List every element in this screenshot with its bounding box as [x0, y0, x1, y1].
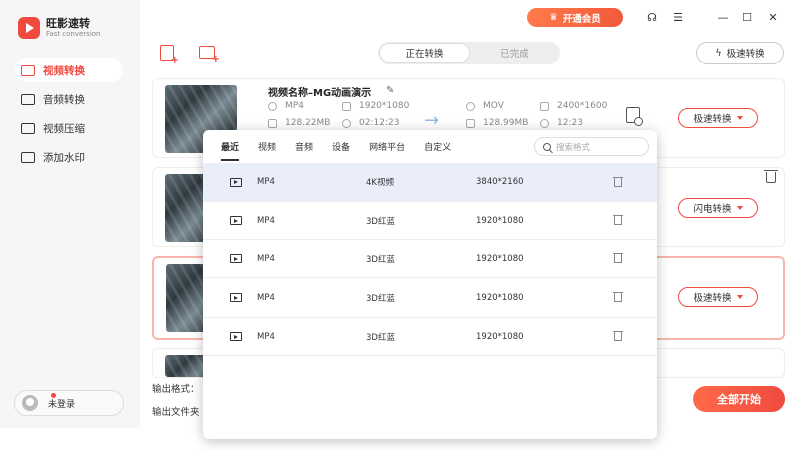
tab-custom[interactable]: 自定义: [424, 140, 451, 161]
crown-icon: ♛: [549, 12, 558, 23]
start-all-button[interactable]: 全部开始: [693, 386, 785, 412]
video-icon: [230, 293, 242, 302]
user-status-label: 未登录: [48, 399, 76, 410]
source-size: 128.22MB: [268, 118, 330, 128]
tab-device[interactable]: 设备: [332, 140, 350, 161]
resolution-icon: [342, 101, 351, 111]
chevron-down-icon: [736, 206, 743, 210]
convert-mode-button[interactable]: 闪电转换: [678, 198, 758, 218]
watermark-icon: [21, 151, 35, 163]
sidebar-item-audio-convert[interactable]: 音频转换: [15, 87, 123, 111]
video-icon: [230, 216, 242, 225]
support-icon[interactable]: ☊: [645, 10, 659, 24]
delete-icon[interactable]: [764, 170, 778, 183]
app-window: 旺影速转 Fast conversion 视频转换 音频转换 视频压缩 添加水印…: [0, 0, 800, 450]
add-folder-icon[interactable]: [199, 46, 220, 65]
tab-audio[interactable]: 音频: [295, 140, 313, 161]
edit-name-icon[interactable]: ✎: [386, 85, 394, 96]
notification-dot: [51, 393, 56, 398]
delete-icon[interactable]: [613, 292, 623, 302]
sidebar-item-label: 视频转换: [43, 64, 85, 77]
video-compress-icon: [21, 122, 35, 134]
size-icon: [268, 118, 277, 128]
clock-icon: [342, 118, 351, 128]
vip-button[interactable]: ♛ 开通会员: [527, 8, 623, 27]
format-row[interactable]: MP4 4K视频 3840*2160: [203, 163, 657, 202]
add-file-icon[interactable]: [160, 45, 179, 66]
file-title: 视频名称–MG动画演示: [268, 88, 372, 99]
avatar: [22, 395, 38, 411]
app-name: 旺影速转: [46, 17, 90, 30]
app-logo-icon: [18, 17, 40, 39]
delete-icon[interactable]: [613, 331, 623, 341]
tab-converting[interactable]: 正在转换: [379, 43, 470, 63]
format-picker-popup: 最近 视频 音频 设备 网络平台 自定义 搜索格式 MP4 4K视频 3840*…: [203, 130, 657, 439]
convert-mode-button[interactable]: 极速转换: [678, 287, 758, 307]
target-size: 128.99MB: [466, 118, 528, 128]
source-resolution: 1920*1080: [342, 101, 409, 111]
tab-recent[interactable]: 最近: [221, 140, 240, 161]
target-format: MOV: [466, 101, 504, 111]
format-row[interactable]: MP4 3D红蓝 1920*1080: [203, 318, 657, 356]
size-icon: [466, 118, 475, 128]
target-duration: 12:23: [540, 118, 583, 128]
arrow-right-icon: →: [424, 110, 440, 131]
sidebar-item-label: 添加水印: [43, 151, 85, 164]
format-row[interactable]: MP4 3D红蓝 1920*1080: [203, 202, 657, 240]
resolution-icon: [540, 101, 549, 111]
delete-icon[interactable]: [613, 176, 623, 187]
tab-video[interactable]: 视频: [258, 140, 276, 161]
minimize-icon[interactable]: —: [716, 10, 730, 24]
sidebar-item-video-convert[interactable]: 视频转换: [15, 58, 123, 82]
video-icon: [230, 177, 242, 187]
source-format: MP4: [268, 101, 304, 111]
maximize-icon[interactable]: ☐: [740, 10, 754, 24]
delete-icon[interactable]: [613, 253, 623, 263]
status-tabs: 正在转换 已完成: [378, 42, 560, 64]
target-resolution: 2400*1600: [540, 101, 607, 111]
video-convert-icon: [21, 64, 35, 76]
format-settings-icon[interactable]: [626, 107, 643, 126]
search-icon: [543, 142, 551, 151]
close-icon[interactable]: ✕: [766, 10, 780, 24]
video-icon: [230, 332, 242, 341]
menu-icon[interactable]: ☰: [671, 10, 685, 24]
video-icon: [230, 254, 242, 263]
chevron-down-icon: [736, 116, 743, 120]
fast-convert-all-button[interactable]: ϟ 极速转换: [696, 42, 784, 64]
vip-label: 开通会员: [562, 13, 601, 25]
tab-web-platform[interactable]: 网络平台: [369, 140, 405, 161]
format-icon: [268, 101, 277, 111]
output-folder-label: 输出文件夹: [152, 407, 200, 418]
audio-convert-icon: [21, 93, 35, 105]
app-subtitle: Fast conversion: [46, 30, 101, 38]
chevron-down-icon: [736, 295, 743, 299]
lightning-icon: ϟ: [715, 47, 722, 59]
format-search-input[interactable]: 搜索格式: [534, 137, 649, 156]
search-placeholder: 搜索格式: [556, 142, 591, 153]
sidebar-item-watermark[interactable]: 添加水印: [15, 145, 123, 169]
source-duration: 02:12:23: [342, 118, 399, 128]
fast-convert-label: 极速转换: [726, 49, 765, 60]
user-login-button[interactable]: 未登录: [14, 390, 124, 416]
sidebar-item-label: 视频压缩: [43, 122, 85, 135]
format-row[interactable]: MP4 3D红蓝 1920*1080: [203, 278, 657, 318]
sidebar-item-video-compress[interactable]: 视频压缩: [15, 116, 123, 140]
format-tabs: 最近 视频 音频 设备 网络平台 自定义: [221, 140, 470, 161]
format-icon: [466, 101, 475, 111]
sidebar-item-label: 音频转换: [43, 93, 85, 106]
convert-mode-button[interactable]: 极速转换: [678, 108, 758, 128]
sidebar: 旺影速转 Fast conversion 视频转换 音频转换 视频压缩 添加水印…: [0, 0, 140, 428]
clock-icon: [540, 118, 549, 128]
output-format-label: 输出格式：: [152, 384, 200, 395]
format-row[interactable]: MP4 3D红蓝 1920*1080: [203, 240, 657, 278]
tab-completed[interactable]: 已完成: [470, 43, 559, 63]
delete-icon[interactable]: [613, 215, 623, 225]
